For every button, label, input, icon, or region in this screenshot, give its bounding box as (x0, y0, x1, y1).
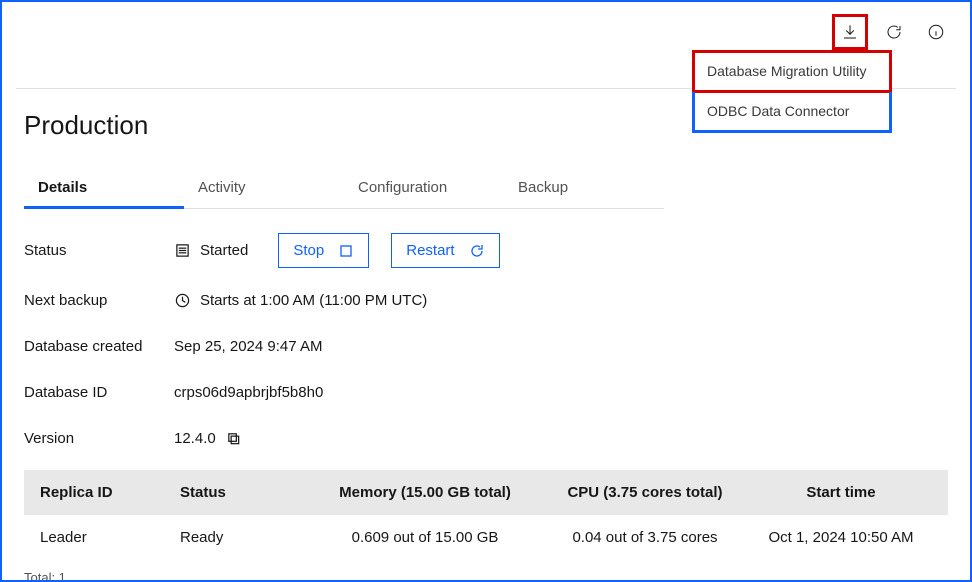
details-section: Status Started Stop Restart (24, 233, 948, 452)
row-next-backup: Next backup Starts at 1:00 AM (11:00 PM … (24, 286, 948, 314)
content-area: Production Details Activity Configuratio… (24, 110, 948, 566)
row-version: Version 12.4.0 (24, 424, 948, 452)
th-start-time: Start time (750, 484, 932, 501)
info-icon (927, 23, 945, 41)
info-button[interactable] (920, 16, 952, 48)
td-memory: 0.609 out of 15.00 GB (310, 529, 540, 546)
next-backup-label: Next backup (24, 292, 174, 309)
row-db-created: Database created Sep 25, 2024 9:47 AM (24, 332, 948, 360)
table-header: Replica ID Status Memory (15.00 GB total… (24, 470, 948, 515)
td-replica-id: Leader (40, 529, 180, 546)
td-start-time: Oct 1, 2024 10:50 AM (750, 529, 932, 546)
version-value: 12.4.0 (174, 430, 216, 447)
stop-button-label: Stop (293, 242, 324, 259)
restart-button[interactable]: Restart (391, 233, 499, 268)
th-status: Status (180, 484, 310, 501)
row-status: Status Started Stop Restart (24, 233, 948, 268)
status-icon (174, 243, 190, 259)
stop-icon (338, 243, 354, 259)
db-id-label: Database ID (24, 384, 174, 401)
app-frame: Database Migration Utility ODBC Data Con… (0, 0, 972, 582)
table-total: Total: 1 (24, 570, 948, 582)
next-backup-value: Starts at 1:00 AM (11:00 PM UTC) (200, 292, 427, 309)
restart-button-label: Restart (406, 242, 454, 259)
clock-icon (174, 292, 190, 308)
download-dropdown: Database Migration Utility ODBC Data Con… (692, 50, 892, 133)
tab-details[interactable]: Details (24, 169, 184, 209)
db-created-value: Sep 25, 2024 9:47 AM (174, 338, 322, 355)
replica-table: Replica ID Status Memory (15.00 GB total… (24, 470, 948, 560)
download-button[interactable] (832, 14, 868, 50)
table-row: Leader Ready 0.609 out of 15.00 GB 0.04 … (24, 515, 948, 560)
copy-icon[interactable] (226, 430, 242, 446)
th-replica-id: Replica ID (40, 484, 180, 501)
th-memory: Memory (15.00 GB total) (310, 484, 540, 501)
stop-button[interactable]: Stop (278, 233, 369, 268)
download-icon (841, 23, 859, 41)
tab-activity[interactable]: Activity (184, 169, 344, 208)
tab-backup[interactable]: Backup (504, 169, 664, 208)
td-status: Ready (180, 529, 310, 546)
version-label: Version (24, 430, 174, 447)
row-db-id: Database ID crps06d9apbrjbf5b8h0 (24, 378, 948, 406)
refresh-button[interactable] (878, 16, 910, 48)
status-label: Status (24, 242, 174, 259)
tab-configuration[interactable]: Configuration (344, 169, 504, 208)
dropdown-item-db-migration[interactable]: Database Migration Utility (692, 50, 892, 93)
td-cpu: 0.04 out of 3.75 cores (540, 529, 750, 546)
topbar (832, 14, 952, 50)
refresh-icon (885, 23, 903, 41)
restart-icon (469, 243, 485, 259)
status-value: Started (200, 242, 248, 259)
th-cpu: CPU (3.75 cores total) (540, 484, 750, 501)
db-created-label: Database created (24, 338, 174, 355)
db-id-value: crps06d9apbrjbf5b8h0 (174, 384, 323, 401)
dropdown-item-odbc-connector[interactable]: ODBC Data Connector (692, 92, 892, 133)
tab-bar: Details Activity Configuration Backup (24, 169, 664, 209)
